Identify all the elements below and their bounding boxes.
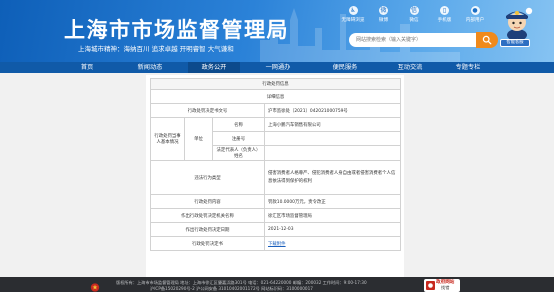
legal-rep-value [263, 145, 402, 161]
wechat-icon: 信 [409, 6, 419, 15]
gov-badge-subtitle: 找错 [441, 285, 450, 290]
smart-service-label[interactable]: 智能客服 [500, 39, 530, 47]
top-links: ♿ 无障碍浏览 微 微博 信 微信 ▯ 手机版 ● 内部用户 [339, 6, 489, 24]
top-link-label: 手机版 [437, 18, 452, 23]
reg-no-label: 注册号 [212, 131, 265, 146]
decision-no-value: 沪市监徐处〔2021〕042021000759号 [263, 103, 402, 118]
authority-label: 作出行政处罚决定机关名称 [150, 208, 265, 223]
decision-doc-cell: 下载附件 [263, 236, 402, 251]
nav-item-news[interactable]: 新闻动态 [122, 62, 178, 73]
police-mascot-icon[interactable] [500, 4, 534, 42]
user-icon: ● [470, 6, 480, 15]
section-title: 详细信息 [149, 89, 402, 104]
content-area: 行政处罚信息 详细信息 行政处罚决定书文号 沪市监徐处〔2021〕0420210… [0, 73, 554, 280]
search-input[interactable] [349, 33, 476, 47]
nav-item-interaction[interactable]: 互动交流 [382, 62, 438, 73]
footer-icp[interactable]: 沪ICP备15020290号-2 沪公网安备 31010402001172号 网… [150, 286, 313, 292]
reg-no-value [263, 131, 402, 146]
legal-rep-label: 法定代表人（负责人）姓名 [212, 145, 265, 161]
violation-type-label: 违法行为类型 [150, 160, 265, 195]
site-header: 上海市市场监督管理局 上海城市精神：海纳百川 追求卓越 开明睿智 大气谦和 ♿ … [0, 0, 554, 62]
search-icon [482, 35, 492, 45]
penalty-detail-table: 行政处罚信息 详细信息 行政处罚决定书文号 沪市监徐处〔2021〕0420210… [149, 78, 402, 251]
main-nav: 首页 新闻动态 政务公开 一网通办 便民服务 互动交流 专题专栏 [0, 62, 554, 73]
party-label: 行政处罚当事人基本情况 [150, 117, 185, 161]
top-link-weibo[interactable]: 微 微博 [370, 6, 398, 24]
city-spirit-slogan: 上海城市精神：海纳百川 追求卓越 开明睿智 大气谦和 [78, 45, 234, 53]
org-label: 单位 [184, 117, 213, 161]
detail-card: 行政处罚信息 详细信息 行政处罚决定书文号 沪市监徐处〔2021〕0420210… [146, 75, 404, 278]
top-link-wechat[interactable]: 信 微信 [400, 6, 428, 24]
gov-badge-icon [426, 281, 435, 290]
top-link-mobile[interactable]: ▯ 手机版 [431, 6, 459, 24]
top-link-label: 无障碍浏览 [341, 18, 365, 23]
table-title: 行政处罚信息 [149, 78, 402, 90]
nav-item-one-stop[interactable]: 一网通办 [250, 62, 306, 73]
nav-item-home[interactable]: 首页 [62, 62, 112, 73]
decision-date-value: 2021-12-03 [263, 222, 402, 237]
top-link-label: 内部用户 [465, 18, 485, 23]
nav-item-citizen-service[interactable]: 便民服务 [316, 62, 374, 73]
name-label: 名称 [212, 117, 265, 132]
decision-doc-label: 行政处罚决定书 [150, 236, 265, 251]
top-link-accessibility[interactable]: ♿ 无障碍浏览 [339, 6, 367, 24]
penalty-content-value: 罚款10.0000万元，责令改正 [263, 194, 402, 209]
national-emblem-icon [90, 283, 100, 292]
search-button[interactable] [476, 32, 498, 48]
gov-site-error-badge[interactable]: 政府网站 找错 [424, 279, 460, 292]
mobile-icon: ▯ [440, 6, 449, 15]
site-title[interactable]: 上海市市场监督管理局 [64, 14, 289, 44]
authority-value: 徐汇区市场监督管理局 [263, 208, 402, 223]
violation-type-value: 侵害消费者人格尊严、侵犯消费者人身自由或者侵害消费者个人信息依法得到保护的权利 [263, 160, 402, 195]
top-link-label: 微博 [378, 18, 389, 23]
nav-item-gov-affairs[interactable]: 政务公开 [188, 62, 240, 73]
decision-date-label: 作出行政处罚决定日期 [150, 222, 265, 237]
weibo-icon: 微 [379, 6, 388, 15]
accessibility-icon: ♿ [348, 6, 358, 15]
name-value: 上海小鹏汽车销售有限公司 [263, 117, 402, 132]
download-attachment-link[interactable]: 下载附件 [268, 242, 286, 247]
top-link-internal-user[interactable]: ● 内部用户 [461, 6, 489, 24]
nav-item-special-topics[interactable]: 专题专栏 [440, 62, 496, 73]
penalty-content-label: 行政处罚内容 [150, 194, 265, 209]
decision-no-label: 行政处罚决定书文号 [150, 103, 265, 118]
top-link-label: 微信 [409, 18, 419, 23]
